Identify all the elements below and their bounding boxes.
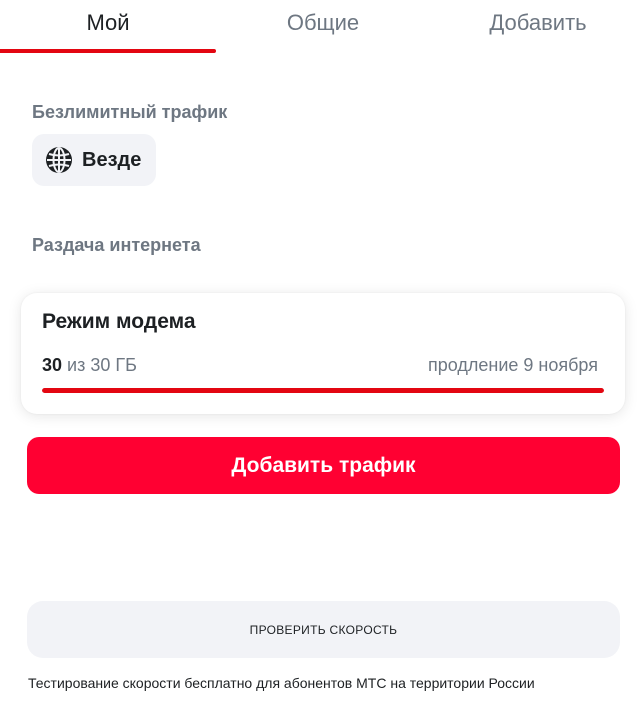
usage-text: 30 из 30 ГБ xyxy=(42,355,137,376)
unlimited-traffic-label: Безлимитный трафик xyxy=(32,102,228,122)
tab-my[interactable]: Мой xyxy=(0,8,216,38)
usage-total: из 30 ГБ xyxy=(67,355,137,375)
tab-add[interactable]: Добавить xyxy=(430,8,640,38)
region-chip-label: Везде xyxy=(82,148,142,171)
usage-remaining: 30 xyxy=(42,355,63,375)
modem-mode-card[interactable]: Режим модема 30 из 30 ГБ продление 9 ноя… xyxy=(21,293,625,414)
tab-bar: Мой Общие Добавить xyxy=(0,0,640,56)
usage-progress-bar xyxy=(42,388,604,393)
renewal-date: продление 9 ноября xyxy=(428,355,598,375)
add-traffic-button[interactable]: Добавить трафик xyxy=(27,437,620,494)
region-chip[interactable]: Везде xyxy=(32,134,156,186)
speed-test-button[interactable]: ПРОВЕРИТЬ СКОРОСТЬ xyxy=(27,601,620,658)
tab-shared[interactable]: Общие xyxy=(216,8,430,38)
active-tab-indicator xyxy=(0,49,216,53)
modem-mode-title: Режим модема xyxy=(42,310,196,333)
globe-icon xyxy=(46,147,72,173)
usage-progress-fill xyxy=(42,388,604,393)
speed-test-footnote: Тестирование скорости бесплатно для абон… xyxy=(28,675,535,691)
internet-sharing-label: Раздача интернета xyxy=(32,235,201,255)
